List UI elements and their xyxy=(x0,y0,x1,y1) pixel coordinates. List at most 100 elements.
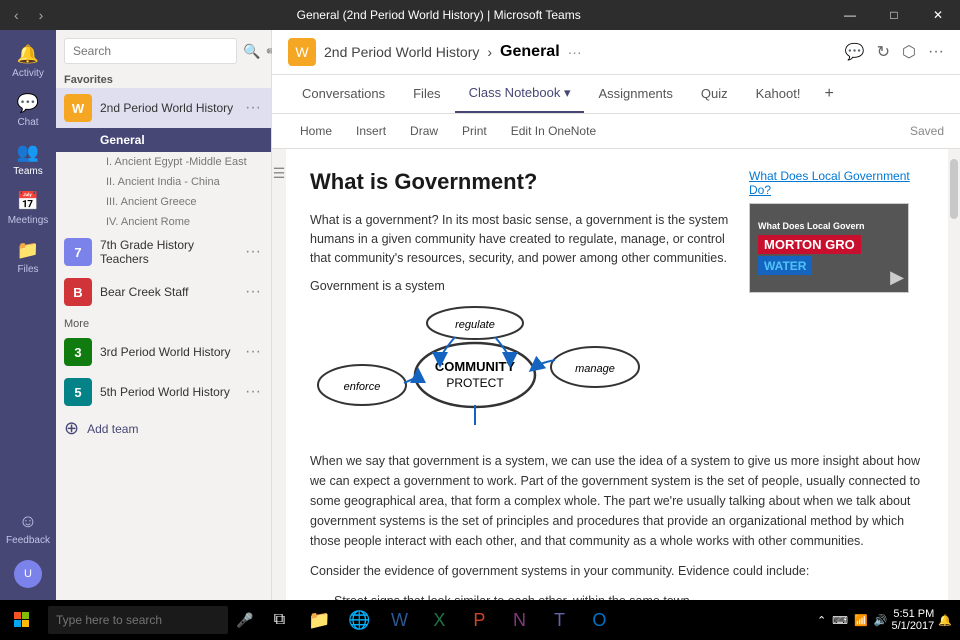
keyboard-icon[interactable]: ⌨ xyxy=(832,614,848,627)
more-header-icon[interactable]: ··· xyxy=(928,43,944,61)
channel-ancient-egypt[interactable]: I. Ancient Egypt -Middle East xyxy=(56,152,271,172)
search-bar: 🔍 ✏ xyxy=(56,30,271,68)
more-icon-bear-creek[interactable]: ··· xyxy=(243,283,263,301)
search-icon[interactable]: 🔍 xyxy=(243,43,260,60)
channel-ancient-greece[interactable]: III. Ancient Greece xyxy=(56,192,271,212)
saved-label: Saved xyxy=(910,124,944,138)
start-button[interactable] xyxy=(0,600,44,640)
sidebar-item-teams[interactable]: 👥 Teams xyxy=(4,136,52,183)
network-icon[interactable]: 📶 xyxy=(854,614,868,627)
scrollbar-thumb[interactable] xyxy=(950,159,958,219)
taskbar-teams[interactable]: T xyxy=(541,600,577,640)
team-item-7th-grade[interactable]: 7 7th Grade History Teachers ··· xyxy=(56,232,271,272)
document-paragraph2: When we say that government is a system,… xyxy=(310,451,924,551)
refresh-icon[interactable]: ↻ xyxy=(877,42,890,62)
nav-arrows: ‹ › xyxy=(0,5,49,25)
tab-files[interactable]: Files xyxy=(399,76,454,113)
team-name-3rd-period: 3rd Period World History xyxy=(100,345,235,359)
team-item-2nd-period[interactable]: W 2nd Period World History ··· xyxy=(56,88,271,128)
channel-ancient-india[interactable]: II. Ancient India - China xyxy=(56,172,271,192)
taskbar: 🎤 ⧉ 📁 🌐 W X P N T O ⌃ ⌨ 📶 🔊 5:51 PM 5/1/… xyxy=(0,600,960,640)
onenote-tab-draw[interactable]: Draw xyxy=(398,118,450,144)
more-icon-5th-period[interactable]: ··· xyxy=(243,383,263,401)
more-icon-3rd-period[interactable]: ··· xyxy=(243,343,263,361)
activity-icon: 🔔 xyxy=(17,44,39,65)
team-name-2nd-period: 2nd Period World History xyxy=(100,101,235,115)
notification-icon[interactable]: 🔔 xyxy=(938,614,952,627)
tab-class-notebook[interactable]: Class Notebook ▾ xyxy=(455,75,585,113)
video-link[interactable]: What Does Local Government Do? xyxy=(749,169,924,197)
video-company: MORTON GRO xyxy=(758,235,861,254)
team-avatar-7th-grade: 7 xyxy=(64,238,92,266)
taskbar-clock[interactable]: 5:51 PM 5/1/2017 xyxy=(891,608,934,632)
team-name-7th-grade: 7th Grade History Teachers xyxy=(100,238,235,266)
sidebar-label-chat: Chat xyxy=(17,117,38,128)
tab-kahoot[interactable]: Kahoot! xyxy=(742,76,815,113)
chat-header-icon[interactable]: 💬 xyxy=(845,42,865,62)
sidebar-item-meetings[interactable]: 📅 Meetings xyxy=(4,185,52,232)
taskbar-excel[interactable]: X xyxy=(421,600,457,640)
sidebar-item-files[interactable]: 📁 Files xyxy=(4,234,52,281)
search-input[interactable] xyxy=(64,38,237,64)
breadcrumb-separator: › xyxy=(487,44,492,60)
taskbar-onenote[interactable]: N xyxy=(501,600,537,640)
svg-text:regulate: regulate xyxy=(455,319,495,331)
close-button[interactable]: ✕ xyxy=(916,0,960,30)
onenote-tab-print[interactable]: Print xyxy=(450,118,499,144)
team-avatar-2nd-period: W xyxy=(64,94,92,122)
onenote-tab-home[interactable]: Home xyxy=(288,118,344,144)
sidebar-label-feedback: Feedback xyxy=(6,535,50,546)
forward-arrow[interactable]: › xyxy=(33,5,50,25)
add-team-button[interactable]: ⊕ Add team xyxy=(56,412,271,445)
taskbar-search-input[interactable] xyxy=(48,606,228,634)
tab-assignments[interactable]: Assignments xyxy=(584,76,686,113)
main-content: W 2nd Period World History › General ···… xyxy=(272,30,960,600)
team-item-bear-creek[interactable]: B Bear Creek Staff ··· xyxy=(56,272,271,312)
team-item-5th-period[interactable]: 5 5th Period World History ··· xyxy=(56,372,271,412)
channel-general[interactable]: General xyxy=(56,128,271,152)
more-icon-7th-grade[interactable]: ··· xyxy=(243,243,263,261)
header-ellipsis[interactable]: ··· xyxy=(568,44,582,60)
more-label: More xyxy=(56,312,271,332)
doc-scrollbar[interactable] xyxy=(948,149,960,600)
minimize-button[interactable]: — xyxy=(828,0,872,30)
svg-text:COMMUNITY: COMMUNITY xyxy=(435,359,515,374)
taskbar-word[interactable]: W xyxy=(381,600,417,640)
sidebar-item-activity[interactable]: 🔔 Activity xyxy=(4,38,52,85)
header-icons: 💬 ↻ ⬡ ··· xyxy=(845,42,944,62)
team-item-3rd-period[interactable]: 3 3rd Period World History ··· xyxy=(56,332,271,372)
channel-ancient-rome[interactable]: IV. Ancient Rome xyxy=(56,212,271,232)
onenote-tab-insert[interactable]: Insert xyxy=(344,118,398,144)
team-avatar-3rd-period: 3 xyxy=(64,338,92,366)
more-icon-2nd-period[interactable]: ··· xyxy=(243,99,263,117)
nav-tabs: Conversations Files Class Notebook ▾ Ass… xyxy=(272,75,960,114)
cortana-icon[interactable]: 🎤 xyxy=(232,612,257,629)
tab-quiz[interactable]: Quiz xyxy=(687,76,742,113)
taskbar-edge[interactable]: 🌐 xyxy=(341,600,377,640)
onenote-tab-edit[interactable]: Edit In OneNote xyxy=(499,118,608,144)
document-paragraph3: Consider the evidence of government syst… xyxy=(310,561,924,581)
sidebar-item-chat[interactable]: 💬 Chat xyxy=(4,87,52,134)
window-controls: — □ ✕ xyxy=(828,0,960,30)
doc-main[interactable]: What Does Local Government Do? What Does… xyxy=(286,149,948,600)
add-tab-button[interactable]: + xyxy=(814,77,843,111)
taskbar-file-explorer[interactable]: 📁 xyxy=(301,600,337,640)
volume-icon[interactable]: 🔊 xyxy=(874,614,888,627)
video-thumbnail[interactable]: What Does Local Govern MORTON GRO WATER … xyxy=(749,203,909,293)
sidebar-item-feedback[interactable]: ☺ Feedback xyxy=(4,505,52,552)
taskbar-outlook[interactable]: O xyxy=(581,600,617,640)
chevron-icon[interactable]: ⌃ xyxy=(817,614,826,627)
back-arrow[interactable]: ‹ xyxy=(8,5,25,25)
title-bar: ‹ › General (2nd Period World History) |… xyxy=(0,0,960,30)
side-video: What Does Local Government Do? What Does… xyxy=(749,169,924,293)
hamburger-icon[interactable]: ☰ xyxy=(273,165,286,182)
sidebar-label-meetings: Meetings xyxy=(8,215,49,226)
task-view-icon[interactable]: ⧉ xyxy=(261,600,297,640)
popout-icon[interactable]: ⬡ xyxy=(902,42,916,62)
maximize-button[interactable]: □ xyxy=(872,0,916,30)
taskbar-powerpoint[interactable]: P xyxy=(461,600,497,640)
document-list: Street signs that look similar to each o… xyxy=(334,591,924,600)
tab-conversations[interactable]: Conversations xyxy=(288,76,399,113)
sidebar-bottom: ☺ Feedback U xyxy=(4,505,52,600)
user-avatar[interactable]: U xyxy=(14,560,42,588)
